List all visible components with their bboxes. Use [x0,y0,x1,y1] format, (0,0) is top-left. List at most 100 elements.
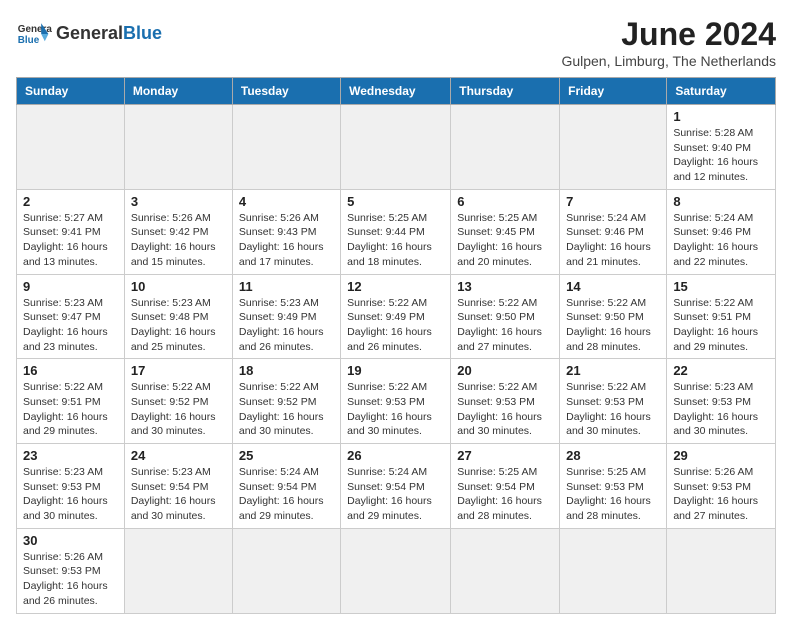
logo-icon: General Blue [16,16,52,52]
location-title: Gulpen, Limburg, The Netherlands [561,53,776,69]
day-info: Sunrise: 5:22 AM Sunset: 9:51 PM Dayligh… [673,296,769,355]
day-info: Sunrise: 5:22 AM Sunset: 9:52 PM Dayligh… [131,380,226,439]
calendar-cell: 11 Sunrise: 5:23 AM Sunset: 9:49 PM Dayli… [232,274,340,359]
day-number: 22 [673,363,769,378]
svg-text:Blue: Blue [18,35,40,46]
day-number: 29 [673,448,769,463]
day-info: Sunrise: 5:25 AM Sunset: 9:53 PM Dayligh… [566,465,660,524]
calendar-cell: 17Sunrise: 5:22 AM Sunset: 9:52 PM Dayli… [124,359,232,444]
day-number: 11 [239,279,334,294]
calendar-cell: 23 Sunrise: 5:23 AM Sunset: 9:53 PM Dayli… [17,444,125,529]
calendar-cell [341,528,451,613]
calendar-cell: 8Sunrise: 5:24 AM Sunset: 9:46 PM Daylig… [667,189,776,274]
calendar-cell: 4 Sunrise: 5:26 AM Sunset: 9:43 PM Daylig… [232,189,340,274]
day-info: Sunrise: 5:25 AM Sunset: 9:44 PM Dayligh… [347,211,444,270]
logo: General Blue GeneralBlue [16,16,162,52]
calendar-cell: 21 Sunrise: 5:22 AM Sunset: 9:53 PM Dayli… [560,359,667,444]
day-number: 16 [23,363,118,378]
day-number: 18 [239,363,334,378]
calendar-cell [232,105,340,190]
calendar-week-4: 23 Sunrise: 5:23 AM Sunset: 9:53 PM Dayli… [17,444,776,529]
calendar-week-3: 16 Sunrise: 5:22 AM Sunset: 9:51 PM Dayli… [17,359,776,444]
day-info: Sunrise: 5:22 AM Sunset: 9:53 PM Dayligh… [566,380,660,439]
calendar-cell [451,105,560,190]
calendar-cell [667,528,776,613]
day-number: 20 [457,363,553,378]
day-info: Sunrise: 5:24 AM Sunset: 9:46 PM Dayligh… [673,211,769,270]
day-number: 5 [347,194,444,209]
day-info: Sunrise: 5:22 AM Sunset: 9:49 PM Dayligh… [347,296,444,355]
calendar-cell [451,528,560,613]
day-info: Sunrise: 5:24 AM Sunset: 9:54 PM Dayligh… [347,465,444,524]
day-info: Sunrise: 5:26 AM Sunset: 9:53 PM Dayligh… [23,550,118,609]
day-info: Sunrise: 5:25 AM Sunset: 9:54 PM Dayligh… [457,465,553,524]
day-number: 14 [566,279,660,294]
day-number: 2 [23,194,118,209]
calendar-cell: 5 Sunrise: 5:25 AM Sunset: 9:44 PM Daylig… [341,189,451,274]
day-info: Sunrise: 5:22 AM Sunset: 9:50 PM Dayligh… [457,296,553,355]
day-number: 10 [131,279,226,294]
day-number: 23 [23,448,118,463]
calendar-cell: 29Sunrise: 5:26 AM Sunset: 9:53 PM Dayli… [667,444,776,529]
logo-text: GeneralBlue [56,24,162,44]
calendar-cell [341,105,451,190]
header-thursday: Thursday [451,78,560,105]
day-info: Sunrise: 5:24 AM Sunset: 9:54 PM Dayligh… [239,465,334,524]
calendar-cell [124,528,232,613]
calendar-cell: 12 Sunrise: 5:22 AM Sunset: 9:49 PM Dayli… [341,274,451,359]
calendar: Sunday Monday Tuesday Wednesday Thursday… [16,77,776,614]
calendar-cell: 3Sunrise: 5:26 AM Sunset: 9:42 PM Daylig… [124,189,232,274]
calendar-cell: 14 Sunrise: 5:22 AM Sunset: 9:50 PM Dayli… [560,274,667,359]
calendar-week-2: 9 Sunrise: 5:23 AM Sunset: 9:47 PM Daylig… [17,274,776,359]
day-number: 4 [239,194,334,209]
day-number: 26 [347,448,444,463]
day-number: 1 [673,109,769,124]
day-info: Sunrise: 5:22 AM Sunset: 9:52 PM Dayligh… [239,380,334,439]
day-number: 12 [347,279,444,294]
header-monday: Monday [124,78,232,105]
day-number: 24 [131,448,226,463]
calendar-cell: 15 Sunrise: 5:22 AM Sunset: 9:51 PM Dayli… [667,274,776,359]
calendar-cell [560,528,667,613]
month-title: June 2024 [561,16,776,53]
day-number: 9 [23,279,118,294]
calendar-cell: 26 Sunrise: 5:24 AM Sunset: 9:54 PM Dayli… [341,444,451,529]
calendar-cell: 16 Sunrise: 5:22 AM Sunset: 9:51 PM Dayli… [17,359,125,444]
day-number: 30 [23,533,118,548]
day-info: Sunrise: 5:23 AM Sunset: 9:49 PM Dayligh… [239,296,334,355]
header-wednesday: Wednesday [341,78,451,105]
calendar-cell: 13Sunrise: 5:22 AM Sunset: 9:50 PM Dayli… [451,274,560,359]
calendar-cell: 20Sunrise: 5:22 AM Sunset: 9:53 PM Dayli… [451,359,560,444]
day-info: Sunrise: 5:23 AM Sunset: 9:53 PM Dayligh… [23,465,118,524]
title-area: June 2024 Gulpen, Limburg, The Netherlan… [561,16,776,69]
day-number: 7 [566,194,660,209]
calendar-cell: 9 Sunrise: 5:23 AM Sunset: 9:47 PM Daylig… [17,274,125,359]
day-info: Sunrise: 5:23 AM Sunset: 9:53 PM Dayligh… [673,380,769,439]
day-info: Sunrise: 5:27 AM Sunset: 9:41 PM Dayligh… [23,211,118,270]
calendar-header-row: Sunday Monday Tuesday Wednesday Thursday… [17,78,776,105]
day-info: Sunrise: 5:22 AM Sunset: 9:50 PM Dayligh… [566,296,660,355]
day-number: 19 [347,363,444,378]
calendar-week-0: 1 Sunrise: 5:28 AM Sunset: 9:40 PM Daylig… [17,105,776,190]
day-number: 15 [673,279,769,294]
header-tuesday: Tuesday [232,78,340,105]
day-number: 21 [566,363,660,378]
calendar-cell: 10Sunrise: 5:23 AM Sunset: 9:48 PM Dayli… [124,274,232,359]
header: General Blue GeneralBlue June 2024 Gulpe… [16,16,776,69]
calendar-cell: 30 Sunrise: 5:26 AM Sunset: 9:53 PM Dayli… [17,528,125,613]
calendar-cell: 24Sunrise: 5:23 AM Sunset: 9:54 PM Dayli… [124,444,232,529]
calendar-cell: 7Sunrise: 5:24 AM Sunset: 9:46 PM Daylig… [560,189,667,274]
day-number: 25 [239,448,334,463]
day-info: Sunrise: 5:22 AM Sunset: 9:51 PM Dayligh… [23,380,118,439]
day-info: Sunrise: 5:28 AM Sunset: 9:40 PM Dayligh… [673,126,769,185]
calendar-cell: 27 Sunrise: 5:25 AM Sunset: 9:54 PM Dayli… [451,444,560,529]
day-info: Sunrise: 5:25 AM Sunset: 9:45 PM Dayligh… [457,211,553,270]
day-info: Sunrise: 5:23 AM Sunset: 9:47 PM Dayligh… [23,296,118,355]
header-saturday: Saturday [667,78,776,105]
day-number: 27 [457,448,553,463]
day-info: Sunrise: 5:26 AM Sunset: 9:43 PM Dayligh… [239,211,334,270]
header-sunday: Sunday [17,78,125,105]
calendar-cell: 22 Sunrise: 5:23 AM Sunset: 9:53 PM Dayli… [667,359,776,444]
calendar-cell: 19Sunrise: 5:22 AM Sunset: 9:53 PM Dayli… [341,359,451,444]
day-number: 3 [131,194,226,209]
